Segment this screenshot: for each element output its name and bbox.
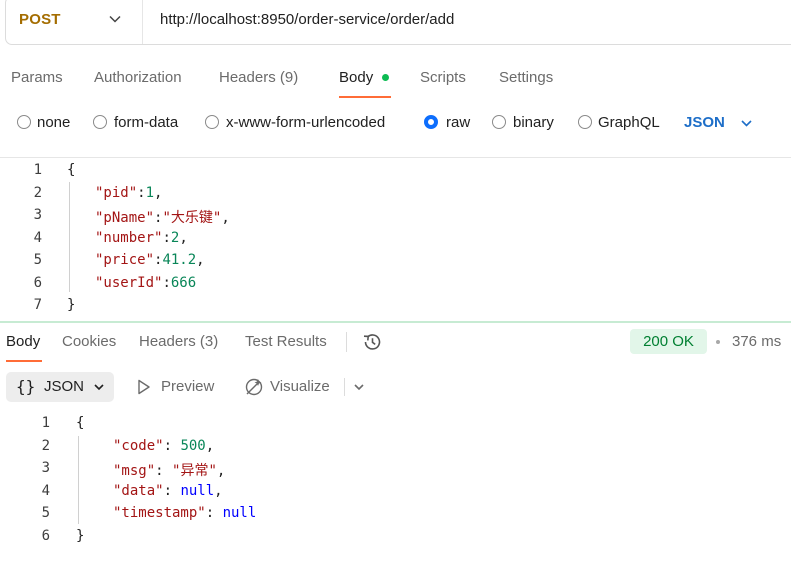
tab-body[interactable]: Body — [339, 69, 373, 86]
chevron-down-icon[interactable] — [108, 12, 122, 26]
separator-dot — [716, 340, 720, 344]
tab-params[interactable]: Params — [11, 69, 63, 86]
line-number: 6 — [41, 528, 50, 544]
code-line: "number":2, — [95, 230, 188, 246]
active-tab-indicator — [339, 96, 391, 98]
radio-urlencoded-label[interactable]: x-www-form-urlencoded — [226, 114, 385, 131]
status-badge: 200 OK — [630, 329, 707, 354]
line-number: 5 — [41, 505, 50, 521]
line-number: 6 — [33, 275, 42, 291]
code-line: "price":41.2, — [95, 252, 205, 268]
history-icon[interactable] — [361, 331, 383, 353]
body-modified-dot — [382, 74, 389, 81]
response-format-select[interactable]: {} JSON — [6, 372, 114, 402]
radio-form-data[interactable] — [93, 115, 107, 129]
preview-button[interactable]: Preview — [161, 378, 214, 395]
chevron-down-icon[interactable] — [740, 117, 753, 130]
active-tab-indicator — [6, 360, 42, 362]
code-brace-open: { — [67, 162, 76, 178]
response-tab-body[interactable]: Body — [6, 333, 40, 350]
tab-authorization[interactable]: Authorization — [94, 69, 182, 86]
line-number: 5 — [33, 252, 42, 268]
response-tab-cookies[interactable]: Cookies — [62, 333, 116, 350]
code-line: "userId":666 — [95, 275, 197, 291]
visualize-button[interactable]: Visualize — [270, 378, 330, 395]
radio-binary-label[interactable]: binary — [513, 114, 554, 131]
radio-binary[interactable] — [492, 115, 506, 129]
tab-headers[interactable]: Headers (9) — [219, 69, 298, 86]
code-line: "timestamp": null — [113, 505, 257, 521]
body-format-select[interactable]: JSON — [684, 114, 725, 131]
tab-headers-count: (9) — [279, 69, 299, 86]
braces-icon: {} — [16, 377, 36, 396]
radio-urlencoded[interactable] — [205, 115, 219, 129]
line-number: 2 — [33, 185, 42, 201]
tab-settings[interactable]: Settings — [499, 69, 553, 86]
line-number: 4 — [33, 230, 42, 246]
response-tab-headers[interactable]: Headers (3) — [139, 333, 218, 350]
radio-graphql-label[interactable]: GraphQL — [598, 114, 660, 131]
url-input[interactable]: http://localhost:8950/order-service/orde… — [160, 11, 454, 28]
line-number: 2 — [41, 438, 50, 454]
line-number: 3 — [41, 460, 50, 476]
response-tab-test-results[interactable]: Test Results — [245, 333, 327, 350]
code-line: "data": null, — [113, 483, 223, 499]
response-format-label: JSON — [44, 378, 85, 395]
chevron-down-icon — [94, 384, 104, 391]
line-number: 4 — [41, 483, 50, 499]
tab-headers-label: Headers — [219, 69, 276, 86]
code-brace-open: { — [76, 415, 85, 431]
response-resize-handle[interactable] — [0, 321, 791, 323]
code-line: "code": 500, — [113, 438, 215, 454]
line-number: 7 — [33, 297, 42, 313]
code-line: "msg": "异常", — [113, 463, 226, 479]
radio-graphql[interactable] — [578, 115, 592, 129]
radio-raw[interactable] — [424, 115, 438, 129]
line-number: 1 — [41, 415, 50, 431]
line-number: 1 — [33, 162, 42, 178]
divider — [344, 378, 345, 396]
indent-guide — [69, 182, 70, 292]
tab-scripts[interactable]: Scripts — [420, 69, 466, 86]
radio-form-data-label[interactable]: form-data — [114, 114, 178, 131]
code-line: "pid":1, — [95, 185, 163, 201]
divider — [0, 157, 791, 158]
indent-guide — [78, 436, 79, 524]
divider — [346, 332, 347, 352]
visualize-icon[interactable] — [243, 376, 265, 398]
line-number: 3 — [33, 207, 42, 223]
code-brace-close: } — [76, 528, 85, 544]
radio-raw-label[interactable]: raw — [446, 114, 470, 131]
method-select[interactable]: POST — [19, 11, 61, 28]
radio-none[interactable] — [17, 115, 31, 129]
response-tab-headers-count: (3) — [199, 333, 219, 350]
url-divider — [142, 0, 143, 44]
code-line: "pName":"大乐键", — [95, 210, 230, 226]
chevron-down-icon[interactable] — [353, 381, 365, 393]
play-icon[interactable] — [137, 379, 151, 395]
response-time: 376 ms — [732, 333, 782, 350]
code-brace-close: } — [67, 297, 76, 313]
response-tab-headers-label: Headers — [139, 333, 196, 350]
radio-none-label[interactable]: none — [37, 114, 70, 131]
